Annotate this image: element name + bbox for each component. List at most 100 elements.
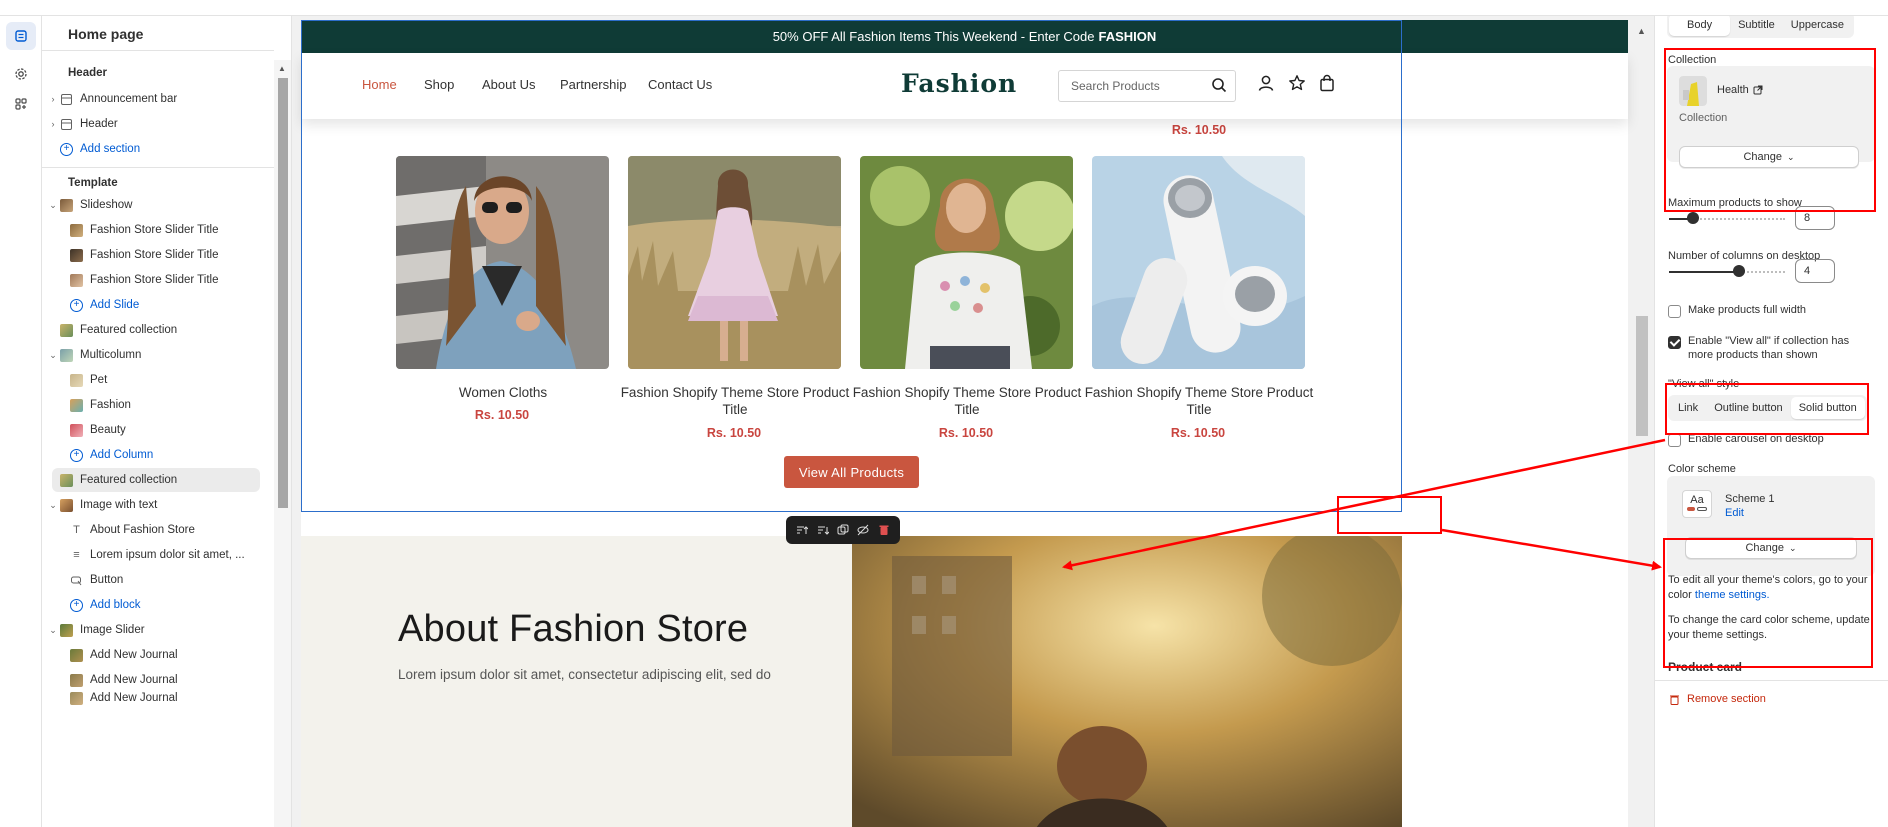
scrollbar-thumb[interactable] [278,78,288,508]
max-products-slider[interactable] [1669,212,1785,224]
hide-icon[interactable] [856,523,870,537]
collection-thumbnail [1679,76,1707,106]
chevron-down-icon: ⌄ [49,624,57,635]
nav-link-about[interactable]: About Us [482,77,535,92]
sidebar-item-header[interactable]: › Header [46,112,272,136]
delete-icon[interactable] [877,523,891,537]
product-photo-lint-remover [1092,156,1305,369]
sidebar-item-image-slider[interactable]: ⌄ Image Slider [46,618,272,642]
product-image-1[interactable] [396,156,609,369]
chevron-down-icon: ⌄ [49,199,57,210]
sidebar-scrollbar[interactable]: ▲ [274,60,291,827]
about-section-image [852,536,1402,827]
sidebar-item-column-fashion[interactable]: Fashion [70,393,270,417]
duplicate-icon[interactable] [836,523,850,537]
full-width-checkbox[interactable] [1668,305,1681,318]
sidebar-item-slideshow[interactable]: ⌄ Slideshow [46,193,272,217]
product-image-4[interactable] [1092,156,1305,369]
view-all-products-button[interactable]: View All Products [784,456,919,488]
sidebar-item-block-text[interactable]: ≡ Lorem ipsum dolor sit amet, ... [70,543,270,567]
style-link[interactable]: Link [1670,397,1706,419]
change-collection-button[interactable]: Change ⌄ [1679,146,1859,168]
add-column-button[interactable]: + Add Column [70,443,270,467]
sidebar-item-journal-2[interactable]: Add New Journal [70,668,270,692]
product-title-1[interactable]: Women Cloths [378,384,628,401]
search-icon[interactable] [1211,77,1227,93]
product-image-2[interactable] [628,156,841,369]
carousel-checkbox[interactable] [1668,434,1681,447]
view-all-style-label: "View all" style [1668,378,1740,390]
sidebar-item-slide-3[interactable]: Fashion Store Slider Title [70,268,270,292]
sidebar-item-slide-2[interactable]: Fashion Store Slider Title [70,243,270,267]
tab-body[interactable]: Body [1669,16,1731,36]
view-all-checkbox[interactable] [1668,336,1681,349]
theme-settings-link[interactable]: theme settings. [1695,589,1770,601]
preview-scrollbar[interactable]: ▲ [1630,16,1654,827]
remove-section-button[interactable]: Remove section [1669,693,1766,705]
sidebar-item-journal-1[interactable]: Add New Journal [70,643,270,667]
sidebar-item-column-pet[interactable]: Pet [70,368,270,392]
move-down-icon[interactable] [816,523,830,537]
sidebar-item-journal-3[interactable]: Add New Journal [70,692,270,710]
sidebar-item-label: Fashion Store Slider Title [90,224,219,236]
product-image-3[interactable] [860,156,1073,369]
divider [42,50,274,51]
section-toolbar [786,516,900,544]
sidebar-item-featured-collection-1[interactable]: Featured collection [60,318,270,342]
sidebar-item-multicolumn[interactable]: ⌄ Multicolumn [46,343,272,367]
external-link-icon[interactable] [1753,85,1763,95]
sections-rail-button[interactable] [6,22,36,50]
product-title-4[interactable]: Fashion Shopify Theme Store Product Titl… [1074,384,1324,418]
add-slide-button[interactable]: + Add Slide [70,293,270,317]
sidebar-item-announcement-bar[interactable]: › Announcement bar [46,87,272,111]
wishlist-star-icon[interactable] [1288,74,1306,92]
product-title-2[interactable]: Fashion Shopify Theme Store Product Titl… [610,384,860,418]
sidebar-item-column-beauty[interactable]: Beauty [70,418,270,442]
nav-link-partnership[interactable]: Partnership [560,77,626,92]
change-scheme-button[interactable]: Change ⌄ [1685,537,1857,559]
header-group-label: Header [68,67,107,79]
sidebar-item-label: Lorem ipsum dolor sit amet, ... [90,549,245,561]
slider-track [1693,218,1785,220]
add-block-button[interactable]: + Add block [70,593,270,617]
product-title-3[interactable]: Fashion Shopify Theme Store Product Titl… [842,384,1092,418]
tab-uppercase[interactable]: Uppercase [1783,16,1852,36]
sidebar-item-image-with-text[interactable]: ⌄ Image with text [46,493,272,517]
column-thumbnail [70,373,83,387]
style-solid-button[interactable]: Solid button [1790,397,1865,419]
store-logo[interactable]: Fashion [901,69,1017,98]
nav-link-home[interactable]: Home [362,77,397,92]
scheme-preview-swatch[interactable]: Aa [1682,490,1712,518]
gear-icon [15,68,27,80]
scrollbar-thumb[interactable] [1636,316,1648,436]
chevron-down-icon: ⌄ [1789,542,1797,553]
nav-link-contact[interactable]: Contact Us [648,77,712,92]
sections-sidebar: Home page Header › Announcement bar › He… [42,16,292,827]
apps-rail-button[interactable] [6,90,36,118]
template-group-label: Template [68,177,118,189]
sidebar-item-featured-collection-2[interactable]: Featured collection [52,468,260,492]
nav-link-shop[interactable]: Shop [424,77,454,92]
collection-name[interactable]: Health [1717,84,1749,96]
sidebar-item-block-heading[interactable]: T About Fashion Store [70,518,270,542]
search-input[interactable]: Search Products [1058,70,1236,102]
columns-input[interactable]: 4 [1795,259,1835,283]
cart-bag-icon[interactable] [1318,74,1336,92]
tab-subtitle[interactable]: Subtitle [1730,16,1783,36]
collection-type: Collection [1679,112,1728,124]
columns-slider[interactable] [1669,265,1785,277]
sidebar-item-slide-1[interactable]: Fashion Store Slider Title [70,218,270,242]
settings-rail-button[interactable] [6,60,36,88]
add-icon: + [70,448,83,462]
move-up-icon[interactable] [795,523,809,537]
product-card-heading: Product card [1668,660,1743,674]
sidebar-item-block-button[interactable]: Button [70,568,270,592]
column-thumbnail [70,423,83,437]
about-heading: About Fashion Store [398,608,749,650]
announcement-bar[interactable]: 50% OFF All Fashion Items This Weekend -… [301,20,1628,53]
account-icon[interactable] [1257,74,1275,92]
style-outline-button[interactable]: Outline button [1706,397,1791,419]
max-products-input[interactable]: 8 [1795,206,1835,230]
scheme-edit-link[interactable]: Edit [1725,507,1744,519]
add-section-button[interactable]: + Add section [60,137,260,161]
